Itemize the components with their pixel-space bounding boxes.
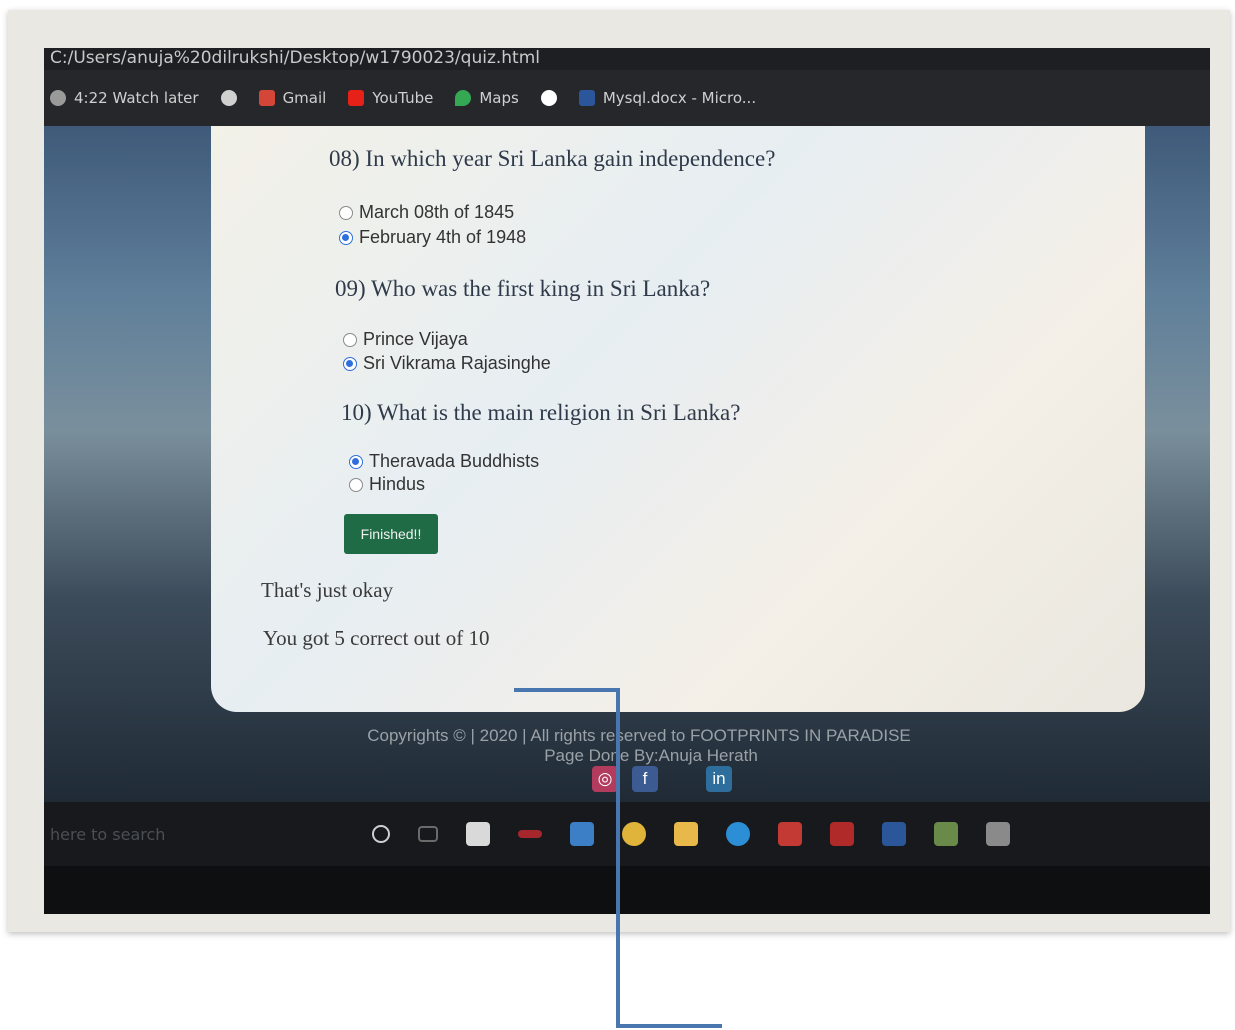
radio-button[interactable] [339, 205, 353, 220]
question-08: 08) In which year Sri Lanka gain indepen… [329, 146, 776, 171]
instagram-icon[interactable]: ◎ [592, 766, 618, 792]
red-app-2-icon[interactable] [778, 822, 802, 846]
address-bar[interactable]: C:/Users/anuja%20dilrukshi/Desktop/w1790… [44, 48, 1210, 70]
radio-button[interactable] [343, 332, 357, 347]
cortana-icon[interactable] [372, 825, 390, 843]
chrome-icon[interactable] [622, 822, 646, 846]
system-tray-icon[interactable] [986, 822, 1010, 846]
notepad-icon[interactable] [934, 822, 958, 846]
edge-icon[interactable] [726, 822, 750, 846]
bookmark-label: Maps [479, 89, 519, 107]
radio-button-checked[interactable] [349, 454, 363, 469]
option-q08-b[interactable]: February 4th of 1948 [339, 227, 526, 248]
bookmark-gmail[interactable]: Gmail [258, 89, 327, 107]
bookmark-google[interactable] [540, 90, 557, 106]
connector-line-vertical [616, 690, 620, 1028]
taskbar-icons [372, 822, 1010, 846]
task-view-icon[interactable] [418, 826, 438, 842]
bookmark-globe[interactable] [220, 90, 237, 106]
finished-button[interactable]: Finished!! [344, 514, 438, 554]
option-label: Prince Vijaya [363, 329, 468, 349]
facebook-icon[interactable]: f [632, 766, 658, 792]
taskbar-search[interactable]: here to search [44, 825, 364, 844]
option-q10-a[interactable]: Theravada Buddhists [349, 451, 539, 472]
social-links: ◎ f in [592, 766, 732, 792]
connector-line-top [514, 688, 620, 692]
radio-button-checked[interactable] [339, 230, 353, 245]
monitor-bezel [44, 866, 1210, 914]
monitor-screen: C:/Users/anuja%20dilrukshi/Desktop/w1790… [44, 48, 1210, 914]
footer-copyright: Copyrights © | 2020 | All rights reserve… [367, 726, 911, 745]
maps-icon [455, 90, 472, 106]
watch-later-icon [50, 90, 66, 106]
google-icon [540, 90, 557, 106]
option-q09-a[interactable]: Prince Vijaya [343, 329, 468, 350]
radio-button-checked[interactable] [343, 356, 357, 371]
result-message: That's just okay [261, 578, 394, 602]
bookmarks-bar: 4:22 Watch later Gmail YouTube Maps Mysq… [44, 70, 1210, 126]
word-icon[interactable] [882, 822, 906, 846]
file-explorer-icon[interactable] [674, 822, 698, 846]
bookmark-youtube[interactable]: YouTube [348, 89, 433, 107]
red-app-icon[interactable] [518, 830, 542, 838]
linkedin-icon[interactable]: in [706, 766, 732, 792]
option-label: March 08th of 1845 [359, 202, 515, 222]
word-doc-icon [578, 90, 595, 106]
bookmark-maps[interactable]: Maps [455, 89, 519, 107]
taskbar: here to search [44, 802, 1210, 866]
option-q10-b[interactable]: Hindus [349, 474, 425, 495]
address-text: C:/Users/anuja%20dilrukshi/Desktop/w1790… [50, 48, 540, 68]
option-q09-b[interactable]: Sri Vikrama Rajasinghe [343, 353, 551, 374]
option-label: Sri Vikrama Rajasinghe [363, 353, 551, 373]
bookmark-label: 4:22 Watch later [74, 89, 199, 107]
bookmark-label: YouTube [372, 89, 434, 107]
score-text: You got 5 correct out of 10 [263, 626, 490, 650]
bookmark-label: Mysql.docx - Micro... [602, 89, 757, 107]
question-10: 10) What is the main religion in Sri Lan… [341, 400, 741, 425]
quiz-card: 08) In which year Sri Lanka gain indepen… [211, 126, 1145, 712]
connector-line-bottom [616, 1024, 722, 1028]
filezilla-icon[interactable] [830, 822, 854, 846]
option-label: Hindus [369, 474, 426, 494]
bookmark-watch-later[interactable]: 4:22 Watch later [50, 89, 199, 107]
globe-icon [220, 90, 237, 106]
store-icon[interactable] [466, 822, 490, 846]
footer-credit: Page Done By:Anuja Herath [544, 746, 758, 765]
mail-icon[interactable] [570, 822, 594, 846]
option-label: February 4th of 1948 [359, 227, 527, 247]
option-q08-a[interactable]: March 08th of 1845 [339, 202, 514, 223]
option-label: Theravada Buddhists [369, 451, 540, 471]
gmail-icon [258, 90, 275, 106]
bookmark-word-doc[interactable]: Mysql.docx - Micro... [578, 89, 757, 107]
radio-button[interactable] [349, 477, 363, 492]
question-09: 09) Who was the first king in Sri Lanka? [335, 276, 711, 301]
youtube-icon [348, 90, 365, 106]
bookmark-label: Gmail [282, 89, 327, 107]
